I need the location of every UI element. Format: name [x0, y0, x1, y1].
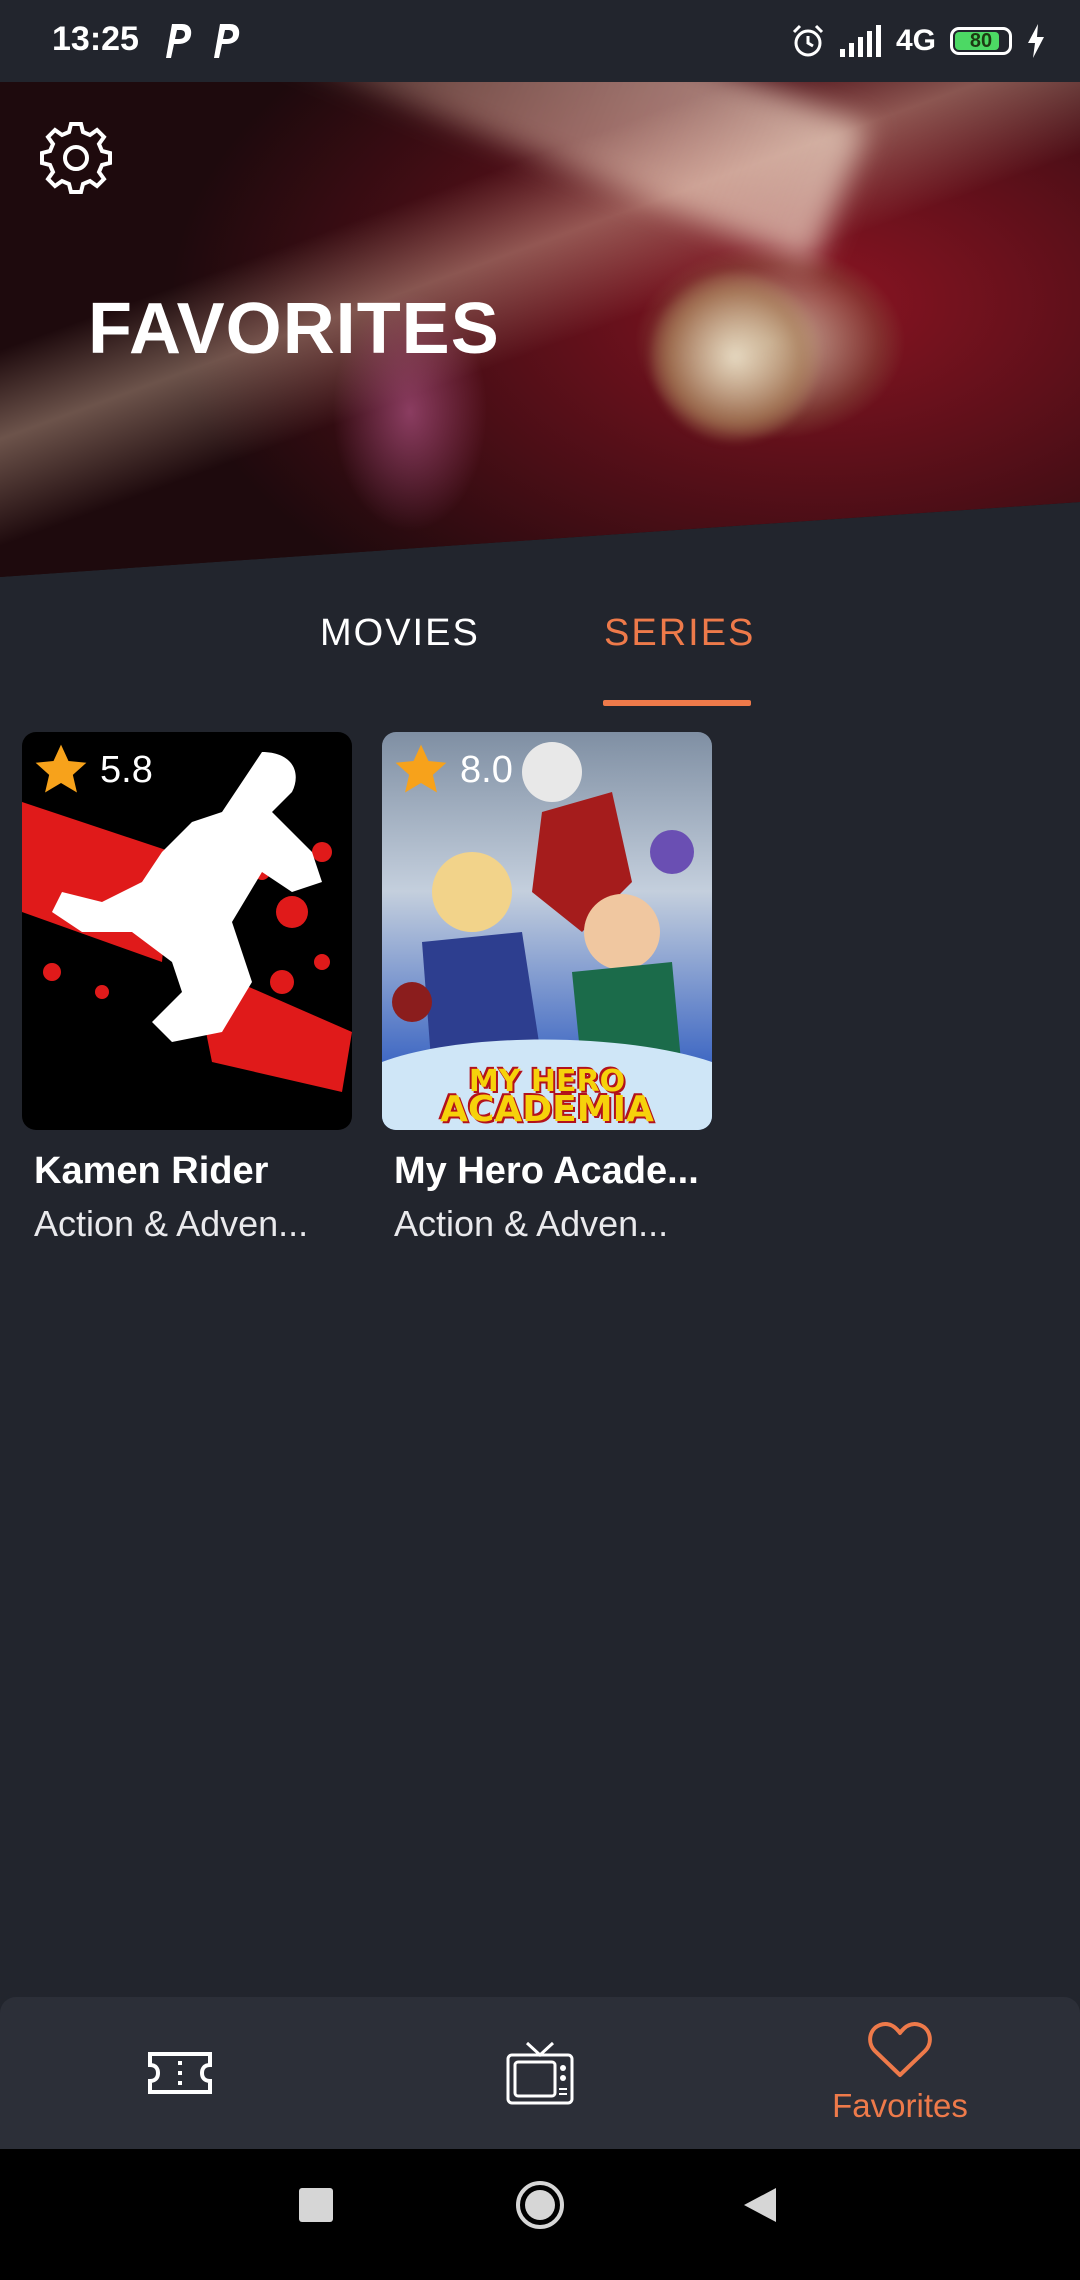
gear-icon[interactable] — [40, 122, 112, 194]
active-tab-indicator — [603, 700, 751, 706]
signal-icon — [839, 25, 881, 57]
star-icon — [35, 744, 87, 793]
parking-app-icon — [166, 24, 192, 58]
tab-series[interactable]: SERIES — [604, 612, 755, 655]
series-card[interactable]: MY HERO ACADEMIA 8.0 My Hero Acade... Ac… — [382, 732, 712, 1245]
charging-icon — [1028, 24, 1044, 58]
series-genre: Action & Adven... — [394, 1203, 669, 1244]
poster-image: MY HERO ACADEMIA 8.0 — [382, 732, 712, 1130]
page-title: FAVORITES — [88, 289, 500, 369]
series-card[interactable]: 5.8 Kamen Rider Action & Adven... — [22, 732, 352, 1245]
nav-movies[interactable] — [130, 1997, 230, 2149]
rating-badge: 5.8 — [32, 742, 153, 798]
bottom-navigation: Favorites — [0, 1997, 1080, 2149]
ticket-icon — [148, 2052, 212, 2094]
nav-favorites[interactable]: Favorites — [800, 1997, 1000, 2149]
nav-series[interactable] — [490, 1997, 590, 2149]
series-title: Kamen Rider — [34, 1150, 269, 1192]
rating-value: 5.8 — [100, 748, 153, 791]
nav-favorites-label: Favorites — [832, 2087, 968, 2124]
heart-icon — [868, 2022, 932, 2077]
rating-value: 8.0 — [460, 748, 513, 791]
system-navigation-bar — [0, 2149, 1080, 2280]
tv-icon — [506, 2041, 574, 2105]
parking-app-icon — [214, 24, 240, 58]
rating-badge: 8.0 — [392, 742, 513, 798]
battery-indicator: 80 — [950, 27, 1012, 55]
status-bar: 13:25 4G 80 — [0, 0, 1080, 82]
back-button[interactable] — [740, 2185, 780, 2225]
status-time: 13:25 — [52, 20, 139, 58]
status-icons: 4G 80 — [790, 16, 1046, 66]
series-genre: Action & Adven... — [34, 1203, 309, 1244]
battery-level: 80 — [969, 29, 993, 52]
category-tabs: MOVIES SERIES — [0, 612, 1080, 712]
alarm-icon — [792, 24, 824, 57]
home-button[interactable] — [514, 2179, 566, 2231]
tab-movies[interactable]: MOVIES — [320, 612, 480, 655]
recents-button[interactable] — [296, 2185, 336, 2225]
poster-logo-line2: ACADEMIA — [440, 1089, 654, 1130]
series-title: My Hero Acade... — [394, 1150, 699, 1192]
network-type: 4G — [895, 24, 936, 57]
poster-image: 5.8 — [22, 732, 352, 1130]
star-icon — [395, 744, 447, 793]
